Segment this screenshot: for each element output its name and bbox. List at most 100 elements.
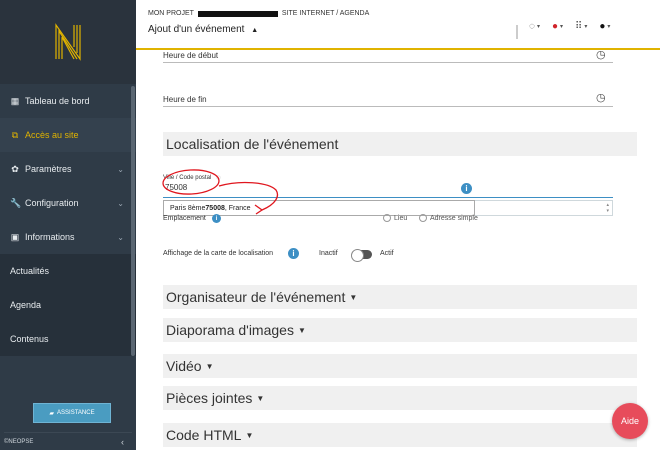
notifications-menu[interactable]: ● ▾: [552, 21, 563, 32]
heure-fin-label: Heure de fin: [163, 95, 207, 104]
suggestion-bold: 75008: [205, 204, 225, 212]
radio-label: Adresse simple: [430, 214, 478, 222]
sidebar-item-label: Accès au site: [25, 130, 79, 140]
lifebuoy-icon: ◌: [529, 21, 535, 32]
heure-debut-input[interactable]: [163, 62, 613, 63]
event-form: Heure de début ◷ Heure de fin ◷ Localisa…: [136, 49, 660, 450]
sidebar-item-actualites[interactable]: Actualités: [0, 254, 136, 288]
section-title: Pièces jointes: [166, 390, 253, 406]
info-icon[interactable]: i: [288, 248, 299, 259]
user-menu[interactable]: ● ▾: [599, 21, 610, 32]
ville-label: Ville / Code postal: [163, 175, 212, 181]
sidebar-item-configuration[interactable]: 🔧 Configuration ⌄: [0, 186, 136, 220]
info-icon[interactable]: i: [461, 183, 472, 194]
clock-icon[interactable]: ◷: [596, 48, 606, 61]
radio-circle: [419, 214, 427, 222]
aide-label: Aide: [620, 416, 639, 426]
caret-down-icon: ▼: [297, 325, 306, 335]
heure-debut-label: Heure de début: [163, 51, 219, 60]
page-title-text: Ajout d'un événement: [148, 24, 245, 35]
sidebar-item-acces-au-site[interactable]: ⧉ Accès au site: [0, 118, 136, 152]
section-title: Organisateur de l'événement: [166, 289, 346, 305]
section-title: Diaporama d'images: [166, 322, 294, 338]
assistance-label: ASSISTANCE: [57, 410, 95, 416]
section-localisation: Localisation de l'événement: [163, 132, 637, 156]
caret-up-icon: ▲: [251, 27, 259, 34]
inactif-label: Inactif: [319, 250, 338, 257]
sidebar-item-label: Agenda: [10, 300, 42, 310]
radio-lieu[interactable]: Lieu: [383, 214, 407, 222]
sidebar-item-label: Actualités: [10, 266, 50, 276]
chevron-down-icon: ⌄: [117, 198, 124, 208]
copyright: ©NEOPSE ‹: [4, 432, 132, 450]
sidebar-item-contenus[interactable]: Contenus: [0, 322, 136, 356]
caret-down-icon: ▾: [560, 24, 564, 30]
caret-down-icon: ▾: [607, 24, 611, 30]
caret-down-icon: ▼: [256, 393, 265, 403]
sidebar-item-label: Configuration: [25, 198, 79, 208]
info-icon[interactable]: i: [212, 214, 221, 223]
heure-fin-input[interactable]: [163, 106, 613, 107]
spinner-icon: ◌: [216, 173, 221, 182]
radio-label: Lieu: [394, 214, 408, 222]
header: MON PROJET SITE INTERNET / AGENDA Ajout …: [136, 0, 660, 50]
sidebar-item-parametres[interactable]: ✿ Paramètres ⌄: [0, 152, 136, 186]
actif-label: Actif: [380, 250, 394, 257]
breadcrumb-path[interactable]: SITE INTERNET / AGENDA: [282, 10, 369, 17]
breadcrumb: MON PROJET SITE INTERNET / AGENDA: [148, 10, 369, 17]
copyright-text: ©NEOPSE: [4, 438, 34, 445]
ville-input[interactable]: 75008: [165, 183, 187, 192]
logo[interactable]: [0, 0, 136, 84]
carte-label: Affichage de la carte de localisation: [163, 250, 273, 257]
sidebar-scrollbar[interactable]: [131, 86, 135, 356]
aide-button[interactable]: Aide: [612, 403, 648, 439]
caret-down-icon: ▼: [245, 430, 254, 440]
radio-circle: [383, 214, 391, 222]
calendar-icon: ▣: [10, 231, 20, 242]
autocomplete-list: ▴ ▾: [475, 200, 613, 216]
breadcrumb-project[interactable]: MON PROJET: [148, 10, 194, 17]
user-icon: ●: [599, 21, 606, 32]
caret-down-icon: ▼: [205, 361, 214, 371]
sidebar: ▦ Tableau de bord ⧉ Accès au site ✿ Para…: [0, 0, 136, 450]
sidebar-item-label: Paramètres: [25, 164, 72, 174]
section-pieces-jointes[interactable]: Pièces jointes ▼: [163, 386, 637, 410]
assistance-button[interactable]: ▰ ASSISTANCE: [33, 403, 111, 423]
bell-icon: ●: [551, 21, 559, 32]
section-organisateur[interactable]: Organisateur de l'événement ▼: [163, 285, 637, 309]
chat-icon: ▰: [49, 410, 55, 417]
sidebar-item-informations[interactable]: ▣ Informations ⌄: [0, 220, 136, 254]
sidebar-item-agenda[interactable]: Agenda: [0, 288, 136, 322]
suggestion-suffix: , France: [224, 204, 251, 212]
caret-down-icon: ▾: [536, 24, 540, 30]
header-toolbar: ◌ ▾ ● ▾ ⠿ ▾ ● ▾: [529, 21, 610, 32]
section-title: Vidéo: [166, 358, 202, 374]
section-code-html[interactable]: Code HTML ▼: [163, 423, 637, 447]
external-link-icon: ⧉: [11, 129, 19, 140]
clock-icon[interactable]: ◷: [596, 91, 606, 104]
sidebar-item-label: Contenus: [10, 334, 49, 344]
chevron-down-icon: ⌄: [117, 164, 124, 174]
section-title: Localisation de l'événement: [166, 136, 339, 152]
section-video[interactable]: Vidéo ▼: [163, 354, 637, 378]
emplacement-label: Emplacement: [163, 215, 206, 222]
scroll-arrows-icon[interactable]: ▴ ▾: [606, 202, 609, 214]
ville-input-underline: [163, 197, 613, 198]
dashboard-icon: ▦: [10, 95, 20, 106]
sidebar-item-label: Tableau de bord: [25, 96, 90, 106]
carte-toggle[interactable]: [351, 249, 372, 262]
caret-down-icon: ▼: [349, 292, 358, 302]
sidebar-item-tableau-de-bord[interactable]: ▦ Tableau de bord: [0, 84, 136, 118]
help-menu[interactable]: ◌ ▾: [529, 21, 540, 32]
section-title: Code HTML: [166, 427, 242, 443]
chevron-down-icon: ⌄: [117, 232, 124, 242]
page-title[interactable]: Ajout d'un événement ▲: [148, 24, 258, 35]
collapse-sidebar-icon[interactable]: ‹: [121, 437, 124, 447]
header-divider: [516, 25, 518, 39]
suggestion-prefix: Paris 8ème: [170, 204, 206, 212]
sidebar-item-label: Informations: [25, 232, 75, 242]
apps-menu[interactable]: ⠿ ▾: [575, 21, 587, 32]
section-diaporama[interactable]: Diaporama d'images ▼: [163, 318, 637, 342]
gear-icon: ✿: [11, 163, 19, 174]
radio-adresse-simple[interactable]: Adresse simple: [419, 214, 478, 222]
